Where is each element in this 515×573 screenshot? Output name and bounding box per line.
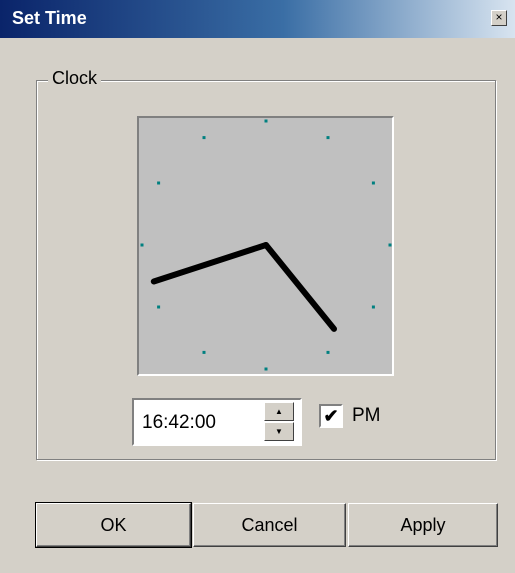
- hour-tick: [157, 305, 161, 309]
- hour-tick: [264, 119, 268, 123]
- hour-tick: [326, 350, 330, 354]
- hour-tick: [326, 136, 330, 140]
- hour-tick: [202, 136, 206, 140]
- hour-tick: [202, 350, 206, 354]
- hour-tick: [264, 367, 268, 371]
- apply-button[interactable]: Apply: [348, 503, 498, 547]
- pm-checkbox[interactable]: ✔: [319, 404, 343, 428]
- title-bar: Set Time ×: [0, 0, 515, 38]
- hour-hand: [150, 242, 269, 285]
- window-title: Set Time: [12, 8, 87, 28]
- set-time-dialog: Set Time × Clock 16:42:00 ▲ ▼ ✔ PM OK Ca…: [0, 0, 515, 573]
- time-value[interactable]: 16:42:00: [142, 412, 216, 434]
- hour-tick: [371, 305, 375, 309]
- arrow-up-icon: ▲: [275, 407, 283, 416]
- close-icon[interactable]: ×: [491, 10, 507, 26]
- hour-tick: [371, 181, 375, 185]
- hour-tick: [140, 243, 144, 247]
- cancel-button[interactable]: Cancel: [193, 503, 346, 547]
- analog-clock: [137, 116, 394, 376]
- checkmark-icon: ✔: [323, 406, 339, 426]
- spin-up-button[interactable]: ▲: [264, 402, 294, 421]
- minute-hand: [263, 242, 337, 332]
- arrow-down-icon: ▼: [275, 427, 283, 436]
- clock-svg: [140, 119, 392, 371]
- pm-label[interactable]: PM: [352, 405, 381, 427]
- clock-group-label: Clock: [48, 68, 102, 89]
- hour-tick: [388, 243, 392, 247]
- hour-tick: [157, 181, 161, 185]
- ok-button[interactable]: OK: [35, 502, 192, 548]
- spin-down-button[interactable]: ▼: [264, 422, 294, 441]
